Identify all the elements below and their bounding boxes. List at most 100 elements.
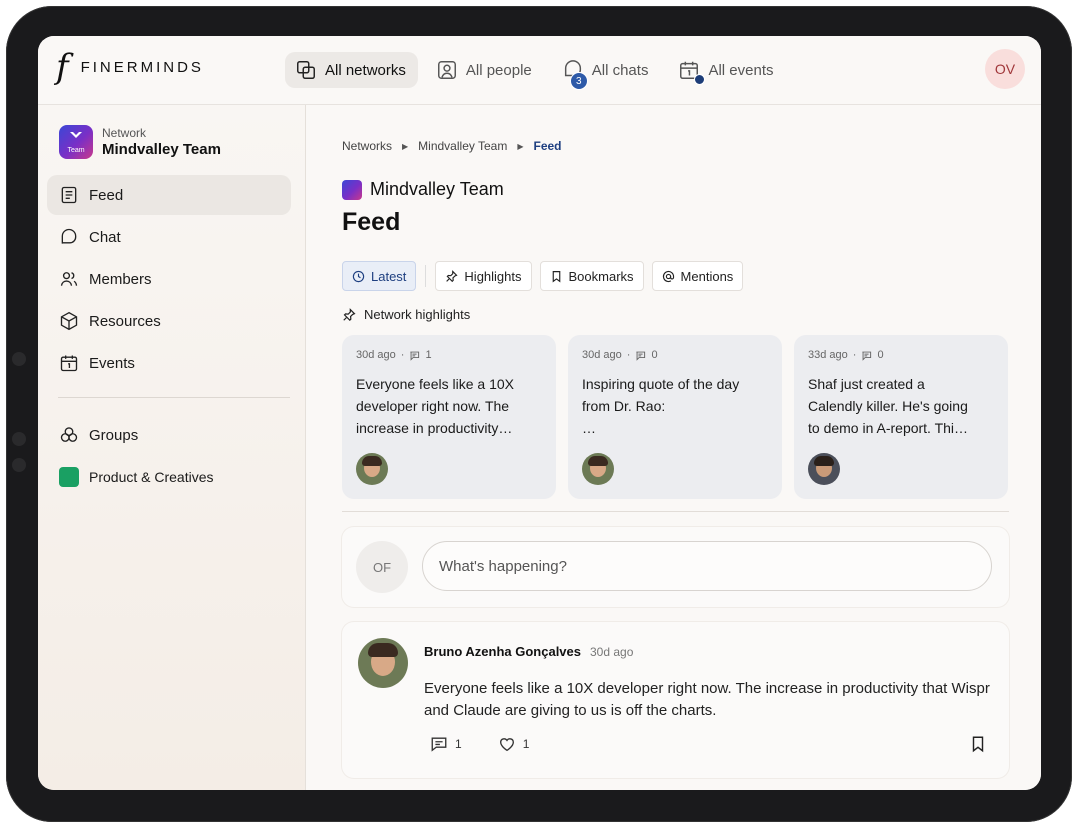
author-avatar[interactable] [356, 453, 388, 485]
sidebar-item-members[interactable]: Members [47, 259, 291, 299]
topnav-all-people[interactable]: All people [426, 52, 544, 88]
comment-icon [636, 351, 646, 361]
comment-icon [431, 737, 447, 752]
meta-separator: · [626, 349, 631, 361]
brand-name: FINERMINDS [80, 58, 204, 76]
topnav-label: All networks [325, 61, 406, 79]
cube-icon [60, 311, 78, 331]
brand-logo[interactable]: f FINERMINDS [56, 50, 204, 84]
clock-icon [352, 270, 365, 282]
highlights-label: Network highlights [364, 307, 471, 322]
card-comment-count: 0 [651, 349, 658, 361]
topnav-all-events[interactable]: All events [668, 52, 785, 88]
highlight-cards: 30d ago · 1 Everyone feels like a 10X dev… [342, 335, 1008, 499]
tab-label: Mentions [680, 268, 734, 284]
camera-dot [12, 352, 26, 366]
sidebar-item-product-creatives[interactable]: Product & Creatives [47, 457, 291, 497]
sidebar-item-label: Product & Creatives [89, 469, 214, 485]
topnav-label: All events [708, 61, 774, 79]
like-button[interactable]: 1 [498, 735, 529, 753]
sidebar-item-label: Events [89, 354, 135, 372]
card-age: 33d ago [808, 349, 848, 361]
sidebar-nav: Feed Chat Members Resources Events [47, 175, 291, 385]
highlight-card[interactable]: 30d ago · 0 Inspiring quote of the day fr… [568, 335, 782, 499]
tab-mentions[interactable]: Mentions [651, 261, 744, 291]
network-header[interactable]: Team Network Mindvalley Team [59, 125, 221, 159]
breadcrumb-network[interactable]: Mindvalley Team [418, 139, 507, 153]
card-line: Calendly killer. He's going [808, 398, 968, 414]
card-line: increase in productivity… [356, 420, 513, 436]
chevron-right-icon: ▶ [402, 141, 409, 151]
sidebar-item-events[interactable]: Events [47, 343, 291, 383]
bookmark-icon [552, 270, 560, 283]
person-icon [437, 61, 456, 79]
topnav-all-chats[interactable]: 3 All chats [552, 52, 661, 90]
sidebar-divider [58, 397, 290, 398]
network-title: Mindvalley Team [342, 179, 504, 200]
topnav-label: All people [465, 61, 532, 79]
pin-icon [343, 307, 356, 321]
card-line: to demo in A-report. Thi… [808, 420, 969, 436]
sidebar-item-groups[interactable]: Groups [47, 415, 291, 455]
tab-bookmarks[interactable]: Bookmarks [539, 261, 644, 291]
card-comment-count: 1 [425, 349, 432, 361]
main-content: Networks ▶ Mindvalley Team ▶ Feed Mindva… [306, 105, 1041, 790]
comment-button[interactable]: 1 [430, 735, 462, 753]
meta-separator: · [852, 349, 857, 361]
top-navigation: All networks All people 3 All chats All … [285, 52, 786, 90]
tab-label: Bookmarks [568, 268, 634, 284]
composer-avatar: OF [356, 541, 408, 593]
compose-input[interactable] [422, 541, 992, 591]
post-composer: OF [342, 527, 1009, 607]
network-name: Mindvalley Team [102, 141, 221, 158]
breadcrumb: Networks ▶ Mindvalley Team ▶ Feed [342, 139, 562, 153]
sensor-dot [12, 432, 26, 446]
card-comment-count: 0 [877, 349, 884, 361]
card-line: … [582, 420, 596, 436]
top-bar: f FINERMINDS All networks All people 3 A… [38, 36, 1041, 105]
card-age: 30d ago [582, 349, 622, 361]
tab-highlights[interactable]: Highlights [435, 261, 532, 291]
author-avatar[interactable] [582, 453, 614, 485]
comment-icon [862, 351, 872, 361]
network-title-text: Mindvalley Team [370, 179, 504, 199]
highlight-card[interactable]: 30d ago · 1 Everyone feels like a 10X dev… [342, 335, 556, 499]
meta-separator: · [400, 349, 405, 361]
notification-dot [694, 74, 706, 85]
topnav-all-networks[interactable]: All networks [285, 52, 418, 88]
card-meta: 30d ago · 1 [356, 349, 432, 361]
bookmark-button[interactable] [969, 735, 987, 758]
breadcrumb-networks[interactable]: Networks [342, 139, 392, 153]
author-avatar[interactable] [808, 453, 840, 485]
page-title: Feed [342, 208, 401, 236]
sidebar: Team Network Mindvalley Team Feed Chat M… [38, 105, 306, 790]
card-line: Everyone feels like a 10X [356, 376, 514, 392]
pin-icon [446, 269, 458, 282]
chevron-right-icon: ▶ [517, 141, 524, 151]
post-time: 30d ago [590, 645, 634, 659]
card-age: 30d ago [356, 349, 396, 361]
author-avatar[interactable] [358, 638, 408, 688]
card-line: from Dr. Rao: [582, 398, 666, 414]
sidebar-item-chat[interactable]: Chat [47, 217, 291, 257]
tab-latest[interactable]: Latest [342, 261, 417, 291]
sidebar-item-label: Feed [89, 186, 124, 204]
feed-tabs: Latest Highlights Bookmarks Mentions [342, 261, 744, 291]
card-line: Inspiring quote of the day [582, 376, 740, 392]
network-logo: Team [59, 125, 93, 159]
card-meta: 30d ago · 0 [582, 349, 658, 361]
sidebar-item-feed[interactable]: Feed [47, 175, 291, 215]
highlight-card[interactable]: 33d ago · 0 Shaf just created a Calendly … [794, 335, 1008, 499]
tab-label: Latest [371, 268, 407, 284]
post-author[interactable]: Bruno Azenha Gonçalves [424, 644, 581, 659]
card-line: Shaf just created a [808, 376, 925, 392]
sidebar-item-resources[interactable]: Resources [47, 301, 291, 341]
bookmark-icon [972, 736, 984, 753]
sidebar-item-label: Chat [89, 228, 121, 246]
card-text: Shaf just created a Calendly killer. He'… [808, 373, 996, 439]
feed-post: Bruno Azenha Gonçalves 30d ago Everyone … [342, 622, 1009, 778]
comment-icon [410, 351, 420, 361]
chat-icon [61, 228, 77, 244]
user-avatar[interactable]: OV [985, 49, 1025, 89]
comment-count: 1 [455, 737, 462, 751]
